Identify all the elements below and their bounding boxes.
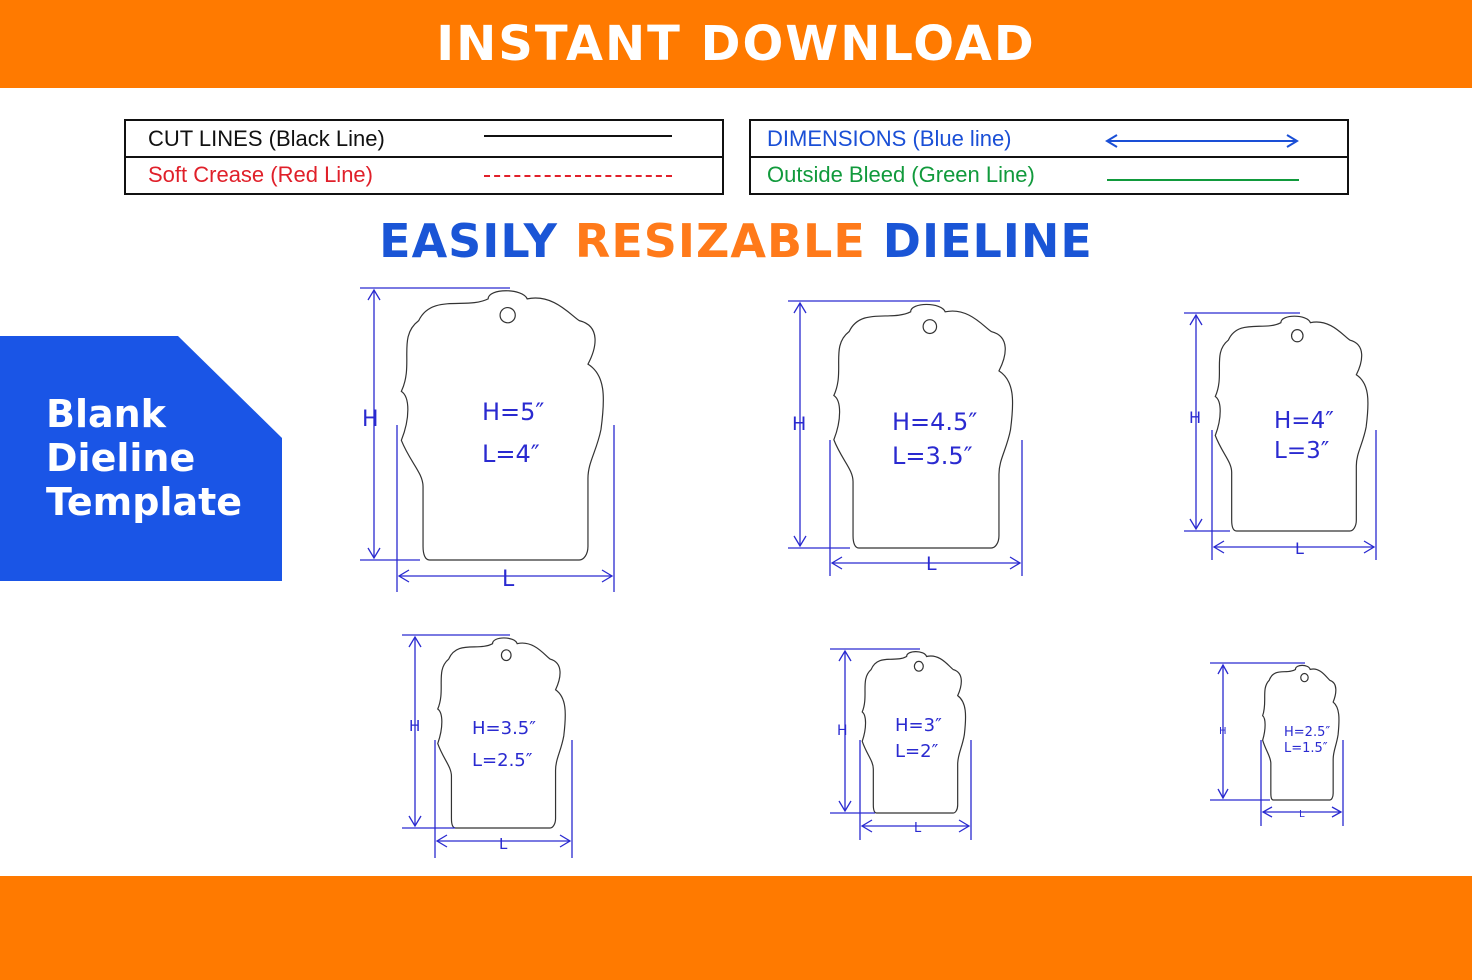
tag-1-h-label: H <box>362 407 379 432</box>
tag-5-h-value: H=3″ <box>895 715 942 736</box>
tag-6-l-label: L <box>1299 809 1305 820</box>
tag-3-h-label: H <box>1189 408 1201 427</box>
tag-5-l-value: L=2″ <box>895 741 939 762</box>
tag-2 <box>788 300 1023 576</box>
tag-3-h-value: H=4″ <box>1274 408 1334 434</box>
tag-1-l-value: L=4″ <box>482 440 540 468</box>
tag-4 <box>402 634 573 858</box>
tag-3-l-value: L=3″ <box>1274 438 1330 464</box>
tag-2-l-label: L <box>926 553 937 575</box>
tag-4-l-label: L <box>499 835 508 853</box>
bottom-banner <box>0 876 1472 980</box>
tag-6-l-value: L=1.5″ <box>1284 741 1328 756</box>
tag-6-h-value: H=2.5″ <box>1284 725 1330 740</box>
tag-4-h-value: H=3.5″ <box>472 718 536 739</box>
tag-2-h-label: H <box>792 413 806 435</box>
tag-3 <box>1184 312 1377 560</box>
tag-6-h-label: H <box>1219 726 1227 737</box>
tag-4-l-value: L=2.5″ <box>472 750 533 771</box>
tag-3-l-label: L <box>1295 539 1304 558</box>
tag-2-h-value: H=4.5″ <box>892 408 977 436</box>
tag-4-h-label: H <box>409 717 420 735</box>
tag-1-h-value: H=5″ <box>482 398 544 426</box>
tag-2-l-value: L=3.5″ <box>892 442 973 470</box>
tag-5-l-label: L <box>914 821 922 836</box>
tag-1-l-label: L <box>502 567 515 592</box>
tag-5-h-label: H <box>837 723 848 739</box>
dieline-drawings: H=5″ L=4″ H L H=4.5″ L=3.5″ H L H=4″ L=3… <box>360 287 1377 858</box>
